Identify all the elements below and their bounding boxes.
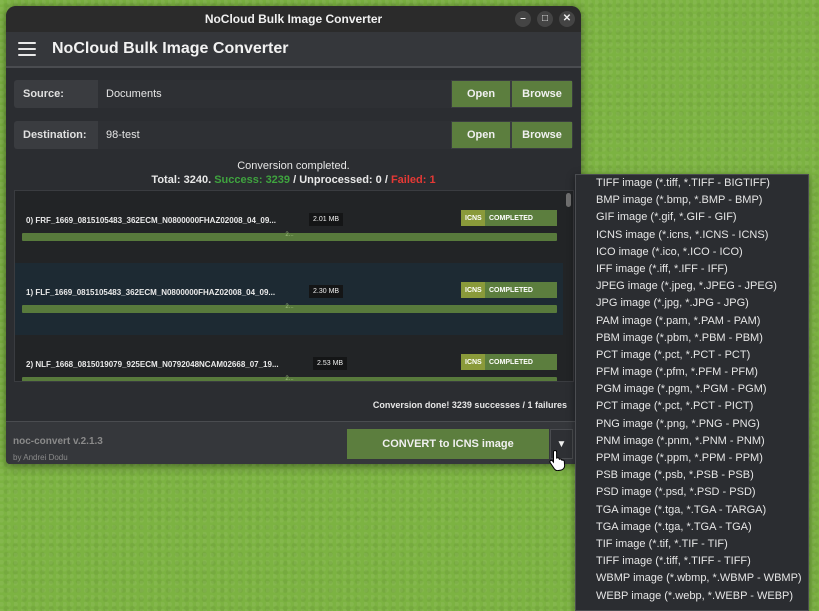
format-menu-item[interactable]: ICNS image (*.icns, *.ICNS - ICNS) xyxy=(576,227,808,244)
progress-label: 2... xyxy=(285,232,294,238)
format-menu-item[interactable]: PSB image (*.psb, *.PSB - PSB) xyxy=(576,467,808,484)
format-menu-item[interactable]: GIF image (*.gif, *.GIF - GIF) xyxy=(576,209,808,226)
window-title: NoCloud Bulk Image Converter xyxy=(204,12,383,26)
app-header: NoCloud Bulk Image Converter xyxy=(6,32,581,68)
status-unprocessed: Unprocessed: 0 / xyxy=(299,174,388,186)
source-input[interactable]: Documents xyxy=(98,80,451,108)
window-titlebar[interactable]: NoCloud Bulk Image Converter – □ ✕ xyxy=(6,6,581,32)
format-dropdown-menu[interactable]: TIFF image (*.tiff, *.TIFF - BIGTIFF) BMP… xyxy=(575,174,809,611)
file-name: 2) NLF_1668_0815019079_925ECM_N0792048NC… xyxy=(26,360,279,369)
format-menu-item[interactable]: TGA image (*.tga, *.TGA - TARGA) xyxy=(576,502,808,519)
status-separator: / xyxy=(293,174,297,186)
status-success: Success: 3239 xyxy=(214,174,291,186)
source-open-button[interactable]: Open xyxy=(452,81,510,107)
format-menu-item[interactable]: TIFF image (*.tiff, *.TIFF - TIFF) xyxy=(576,553,808,570)
status-badge: COMPLETED xyxy=(485,354,557,370)
file-name: 1) FLF_1669_0815105483_362ECM_N0800000FH… xyxy=(26,288,276,297)
format-menu-item[interactable]: PAM image (*.pam, *.PAM - PAM) xyxy=(576,313,808,330)
format-menu-item[interactable]: PPM image (*.ppm, *.PPM - PPM) xyxy=(576,450,808,467)
status-summary: Total: 3240. Success: 3239 / Unprocessed… xyxy=(6,174,581,186)
progress-label: 2... xyxy=(285,304,294,310)
format-menu-item[interactable]: PNM image (*.pnm, *.PNM - PNM) xyxy=(576,433,808,450)
format-menu-item[interactable]: BMP image (*.bmp, *.BMP - BMP) xyxy=(576,192,808,209)
menu-icon[interactable] xyxy=(18,42,36,56)
file-size: 2.30 MB xyxy=(309,285,344,298)
destination-label: Destination: xyxy=(23,129,87,141)
progress-label: 2... xyxy=(285,376,294,382)
status-badge: COMPLETED xyxy=(485,210,557,226)
minimize-icon[interactable]: – xyxy=(515,11,531,27)
status-badge: COMPLETED xyxy=(485,282,557,298)
status-message: Conversion completed. xyxy=(237,160,350,172)
format-menu-item[interactable]: PCT image (*.pct, *.PCT - PICT) xyxy=(576,398,808,415)
progress-bar: 2... xyxy=(22,232,557,241)
convert-button[interactable]: CONVERT to ICNS image xyxy=(347,429,549,459)
list-item[interactable]: 2) NLF_1668_0815019079_925ECM_N0792048NC… xyxy=(15,335,563,382)
format-menu-item[interactable]: WBMP image (*.wbmp, *.WBMP - WBMP) xyxy=(576,570,808,587)
format-menu-item[interactable]: PSD image (*.psd, *.PSD - PSD) xyxy=(576,484,808,501)
app-title: NoCloud Bulk Image Converter xyxy=(52,40,289,57)
source-browse-button[interactable]: Browse xyxy=(512,81,572,107)
status-total: Total: 3240. xyxy=(151,174,212,186)
maximize-icon[interactable]: □ xyxy=(537,11,553,27)
format-menu-item[interactable]: PBM image (*.pbm, *.PBM - PBM) xyxy=(576,330,808,347)
source-row: Source: Documents Open Browse xyxy=(14,80,573,108)
format-menu-item[interactable]: TIF image (*.tif, *.TIF - TIF) xyxy=(576,536,808,553)
format-badge: ICNS xyxy=(461,282,486,298)
app-version: noc-convert v.2.1.3 xyxy=(13,436,103,447)
file-size: 2.01 MB xyxy=(309,213,344,226)
format-menu-item[interactable]: WEBP image (*.webp, *.WEBP - WEBP) xyxy=(576,588,808,605)
hand-cursor-icon xyxy=(549,449,566,471)
progress-bar: 2... xyxy=(22,376,557,382)
file-size: 2.53 MB xyxy=(313,357,348,370)
format-badge: ICNS xyxy=(461,354,486,370)
list-item[interactable]: 0) FRF_1669_0815105483_362ECM_N0800000FH… xyxy=(15,191,563,263)
format-menu-item[interactable]: ICO image (*.ico, *.ICO - ICO) xyxy=(576,244,808,261)
progress-bar: 2... xyxy=(22,304,557,313)
destination-browse-button[interactable]: Browse xyxy=(512,122,572,148)
format-menu-item[interactable]: PCT image (*.pct, *.PCT - PCT) xyxy=(576,347,808,364)
format-menu-item[interactable]: IFF image (*.iff, *.IFF - IFF) xyxy=(576,261,808,278)
list-scrollbar[interactable] xyxy=(566,193,571,207)
file-name: 0) FRF_1669_0815105483_362ECM_N0800000FH… xyxy=(26,216,276,225)
app-window: NoCloud Bulk Image Converter – □ ✕ NoClo… xyxy=(6,6,581,464)
format-badge: ICNS xyxy=(461,210,486,226)
format-menu-item[interactable]: PNG image (*.png, *.PNG - PNG) xyxy=(576,416,808,433)
app-author: by Andrei Dodu xyxy=(13,453,68,462)
destination-open-button[interactable]: Open xyxy=(452,122,510,148)
source-label: Source: xyxy=(23,88,64,100)
list-item[interactable]: 1) FLF_1669_0815105483_362ECM_N0800000FH… xyxy=(15,263,563,335)
format-menu-item[interactable]: JPG image (*.jpg, *.JPG - JPG) xyxy=(576,295,808,312)
conversion-status: Conversion completed. Total: 3240. Succe… xyxy=(6,160,581,186)
destination-row: Destination: 98-test Open Browse xyxy=(14,121,573,149)
close-icon[interactable]: ✕ xyxy=(559,11,575,27)
format-menu-item[interactable]: JPEG image (*.jpeg, *.JPEG - JPEG) xyxy=(576,278,808,295)
format-menu-item[interactable]: TGA image (*.tga, *.TGA - TGA) xyxy=(576,519,808,536)
status-failed: Failed: 1 xyxy=(390,174,436,186)
format-menu-item[interactable]: TIFF image (*.tiff, *.TIFF - BIGTIFF) xyxy=(576,175,808,192)
file-list[interactable]: 0) FRF_1669_0815105483_362ECM_N0800000FH… xyxy=(14,190,574,382)
format-menu-item[interactable]: PGM image (*.pgm, *.PGM - PGM) xyxy=(576,381,808,398)
footer: noc-convert v.2.1.3 by Andrei Dodu CONVE… xyxy=(6,421,581,464)
chevron-down-icon: ▼ xyxy=(556,438,567,450)
format-menu-item[interactable]: PFM image (*.pfm, *.PFM - PFM) xyxy=(576,364,808,381)
done-message: Conversion done! 3239 successes / 1 fail… xyxy=(372,400,567,410)
destination-input[interactable]: 98-test xyxy=(98,121,451,149)
